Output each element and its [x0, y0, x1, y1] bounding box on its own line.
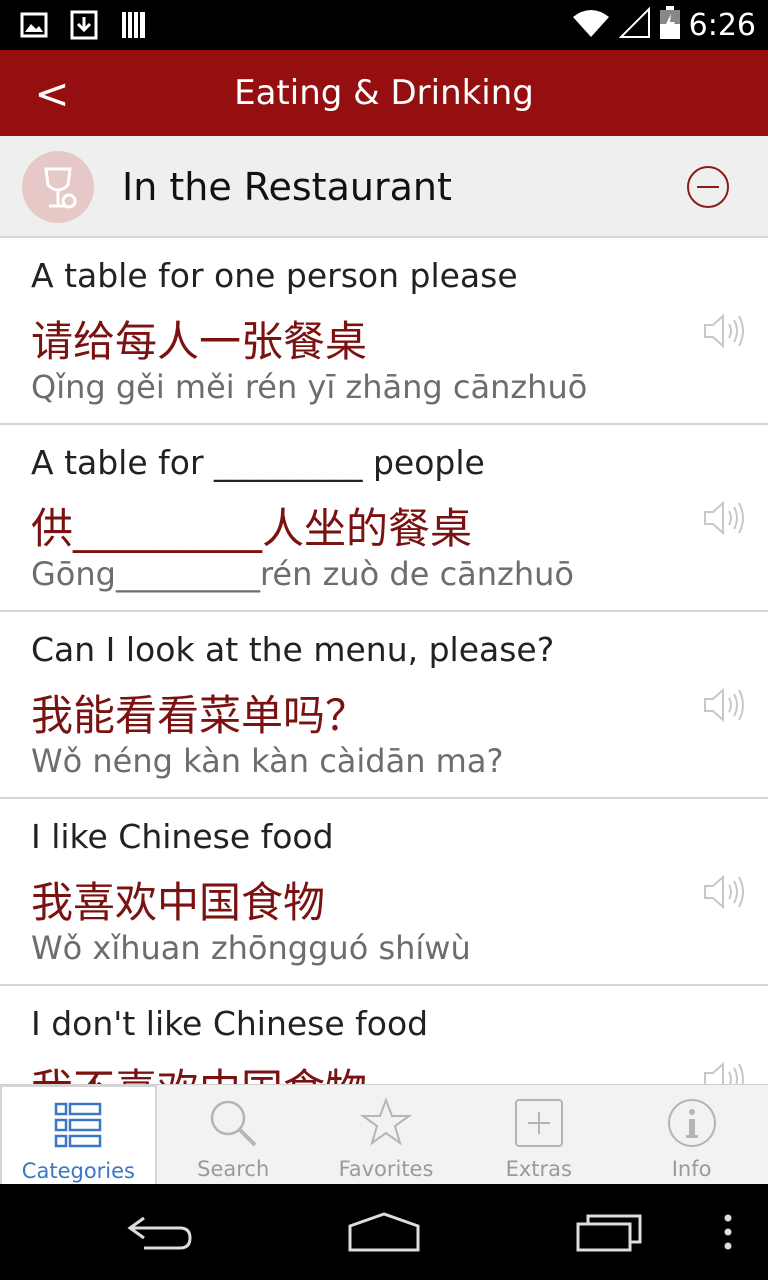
phrase-item[interactable]: A table for _________ people 供_________人… [0, 425, 768, 612]
gallery-notification-icon [20, 10, 48, 40]
download-notification-icon [70, 10, 98, 40]
phrase-chinese: 请给每人一张餐桌 [31, 317, 368, 366]
categories-icon [52, 1099, 104, 1151]
tab-label: Info [671, 1157, 712, 1181]
speaker-icon[interactable] [702, 685, 746, 725]
speaker-icon[interactable] [702, 498, 746, 538]
signal-icon [618, 6, 651, 44]
tab-label: Categories [21, 1159, 135, 1183]
star-icon [359, 1097, 413, 1149]
phrase-item[interactable]: I don't like Chinese food 我不喜欢中国食物 [0, 986, 768, 1084]
tab-search[interactable]: Search [157, 1085, 310, 1185]
tab-categories[interactable]: Categories [0, 1085, 157, 1185]
page-title: Eating & Drinking [234, 73, 534, 113]
wifi-icon [571, 7, 611, 44]
home-nav-button[interactable] [346, 1204, 422, 1260]
phrase-chinese: 我不喜欢中国食物 [31, 1056, 367, 1084]
phrase-chinese: 我能看看菜单吗？ [31, 691, 368, 740]
collapse-button[interactable] [686, 165, 730, 209]
phrase-list[interactable]: A table for one person please 请给每人一张餐桌 Q… [0, 238, 768, 1084]
plus-icon [513, 1097, 565, 1149]
search-icon [207, 1097, 259, 1149]
speaker-icon[interactable] [702, 311, 746, 351]
section-title: In the Restaurant [122, 165, 452, 209]
phrase-chinese: 我喜欢中国食物 [31, 878, 326, 927]
tab-extras[interactable]: Extras [462, 1085, 615, 1185]
overflow-menu-icon[interactable] [718, 1204, 738, 1260]
speaker-icon[interactable] [702, 872, 746, 912]
action-bar: Eating & Drinking < [0, 50, 768, 136]
phrase-pinyin: Wǒ xǐhuan zhōngguó shíwù [31, 929, 471, 967]
phrase-item[interactable]: A table for one person please 请给每人一张餐桌 Q… [0, 238, 768, 425]
phrase-english: I don't like Chinese food [31, 1004, 429, 1043]
battery-icon [659, 6, 681, 45]
phrase-english: A table for _________ people [31, 443, 485, 482]
phrase-pinyin: Gōng_________rén zuò de cānzhuō [31, 555, 574, 593]
phrase-item[interactable]: I like Chinese food 我喜欢中国食物 Wǒ xǐhuan zh… [0, 799, 768, 986]
phrase-chinese: 供_________人坐的餐桌 [31, 504, 473, 553]
phrase-pinyin: Qǐng gěi měi rén yī zhāng cānzhuō [31, 368, 588, 406]
back-button[interactable]: < [22, 64, 82, 124]
tab-favorites[interactable]: Favorites [310, 1085, 463, 1185]
bottom-tab-bar: Categories Search Favorites Extras Info [0, 1084, 768, 1185]
phrase-english: Can I look at the menu, please? [31, 630, 555, 669]
clock: 6:26 [688, 8, 756, 43]
tab-label: Search [197, 1157, 270, 1181]
library-notification-icon [120, 10, 148, 40]
info-icon [666, 1097, 718, 1149]
tab-label: Favorites [338, 1157, 434, 1181]
tab-info[interactable]: Info [615, 1085, 768, 1185]
tab-label: Extras [505, 1157, 572, 1181]
system-nav-bar [0, 1184, 768, 1280]
section-header[interactable]: In the Restaurant [0, 136, 768, 238]
phrase-english: I like Chinese food [31, 817, 334, 856]
phrase-item[interactable]: Can I look at the menu, please? 我能看看菜单吗？… [0, 612, 768, 799]
recents-nav-button[interactable] [574, 1204, 646, 1260]
status-bar: 6:26 [0, 0, 768, 50]
wine-glass-icon [22, 151, 94, 223]
speaker-icon[interactable] [702, 1059, 746, 1084]
back-nav-button[interactable] [124, 1204, 196, 1260]
phrase-pinyin: Wǒ néng kàn kàn càidān ma? [31, 742, 504, 780]
phrase-english: A table for one person please [31, 256, 518, 295]
